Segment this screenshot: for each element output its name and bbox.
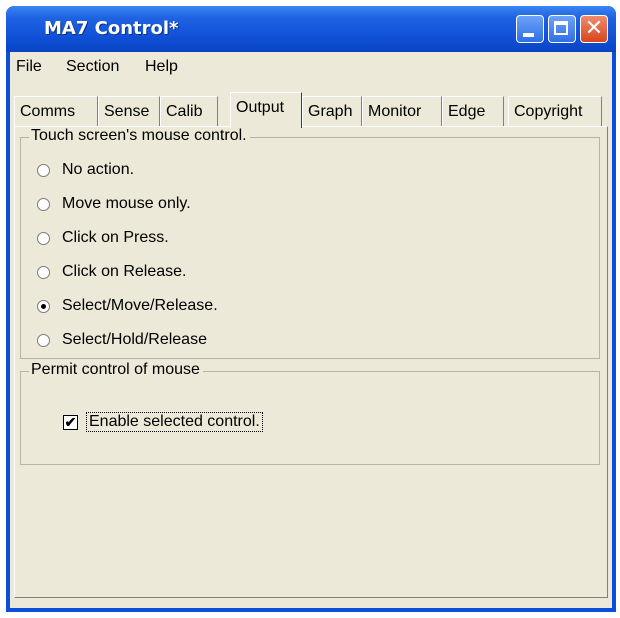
radio-no-action[interactable]: No action.	[37, 161, 134, 179]
app-window: MA7 Control* ✕ File Section Help Comms S…	[6, 6, 616, 612]
permit-control-group: Permit control of mouse ✔ Enable selecte…	[20, 361, 600, 465]
tab-comms[interactable]: Comms	[14, 96, 98, 126]
maximize-icon	[554, 21, 568, 35]
maximize-button[interactable]	[548, 15, 576, 43]
radio-button-selected-icon	[37, 299, 50, 313]
radio-label: Click on Release.	[62, 263, 187, 280]
window-client-area: File Section Help Comms Sense Calib Outp…	[10, 52, 612, 608]
tab-panel-output: Touch screen's mouse control. No action.…	[14, 126, 608, 598]
radio-button-icon	[37, 231, 50, 245]
tab-monitor[interactable]: Monitor	[362, 96, 442, 126]
radio-click-on-release[interactable]: Click on Release.	[37, 263, 187, 281]
radio-click-on-press[interactable]: Click on Press.	[37, 229, 169, 247]
checkbox-label: Enable selected control.	[86, 412, 263, 432]
touch-control-legend: Touch screen's mouse control.	[29, 127, 250, 145]
tab-sense[interactable]: Sense	[98, 96, 160, 126]
radio-label: Click on Press.	[62, 229, 169, 246]
radio-label: Select/Hold/Release	[62, 331, 207, 348]
tab-edge[interactable]: Edge	[442, 96, 504, 126]
radio-button-icon	[37, 333, 50, 347]
minimize-button[interactable]	[516, 15, 544, 43]
radio-label: No action.	[62, 161, 135, 178]
radio-label: Move mouse only.	[62, 195, 191, 212]
permit-control-legend: Permit control of mouse	[29, 361, 203, 379]
minimize-icon	[523, 33, 534, 37]
touch-control-group: Touch screen's mouse control. No action.…	[20, 127, 600, 359]
window-title: MA7 Control*	[44, 18, 179, 39]
title-bar[interactable]: MA7 Control* ✕	[6, 6, 616, 52]
radio-button-icon	[37, 265, 50, 279]
enable-selected-control-checkbox[interactable]: ✔ Enable selected control.	[63, 412, 263, 432]
tab-copyright[interactable]: Copyright	[508, 96, 602, 126]
tab-graph[interactable]: Graph	[302, 96, 362, 126]
radio-select-move-release[interactable]: Select/Move/Release.	[37, 297, 218, 315]
menu-file[interactable]: File	[16, 58, 42, 76]
menu-help[interactable]: Help	[145, 58, 178, 76]
radio-move-mouse-only[interactable]: Move mouse only.	[37, 195, 191, 213]
menu-section[interactable]: Section	[66, 58, 119, 76]
close-icon: ✕	[584, 16, 604, 41]
radio-select-hold-release[interactable]: Select/Hold/Release	[37, 331, 207, 349]
tab-output[interactable]: Output	[230, 92, 302, 128]
close-button[interactable]: ✕	[580, 15, 608, 43]
tab-calib[interactable]: Calib	[160, 96, 218, 126]
radio-button-icon	[37, 197, 50, 211]
checkbox-checked-icon: ✔	[63, 413, 78, 430]
radio-button-icon	[37, 163, 50, 177]
menu-bar: File Section Help	[10, 52, 612, 82]
radio-label: Select/Move/Release.	[62, 297, 218, 314]
